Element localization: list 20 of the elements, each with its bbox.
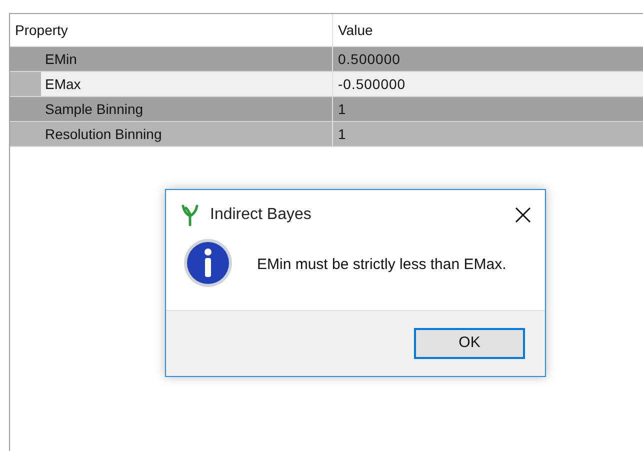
ok-button[interactable]: OK	[414, 328, 525, 359]
dialog-message: EMin must be strictly less than EMax.	[257, 255, 506, 275]
info-icon	[183, 238, 233, 288]
table-cell: Resolution Binning	[41, 122, 333, 146]
table-cell-text: 0.500000	[337, 50, 402, 68]
table-cell-text: -0.500000	[337, 74, 407, 94]
table-row[interactable]: EMin 0.500000	[10, 47, 643, 72]
table-cell: EMax	[41, 72, 333, 96]
table-row[interactable]: EMax -0.500000	[10, 72, 643, 97]
plant-icon	[180, 204, 200, 226]
table-cell: EMin	[41, 47, 333, 71]
dialog-title: Indirect Bayes	[210, 205, 312, 225]
table-cell-text: 1	[337, 124, 348, 144]
table-row[interactable]: Resolution Binning 1	[10, 122, 643, 147]
column-header[interactable]: Value	[333, 14, 643, 46]
table-cell: Sample Binning	[41, 97, 333, 121]
table-cell-text: 1	[337, 100, 348, 118]
close-icon[interactable]	[515, 207, 531, 223]
column-header[interactable]: Property	[10, 14, 333, 46]
table-row[interactable]: Sample Binning 1	[10, 97, 643, 122]
